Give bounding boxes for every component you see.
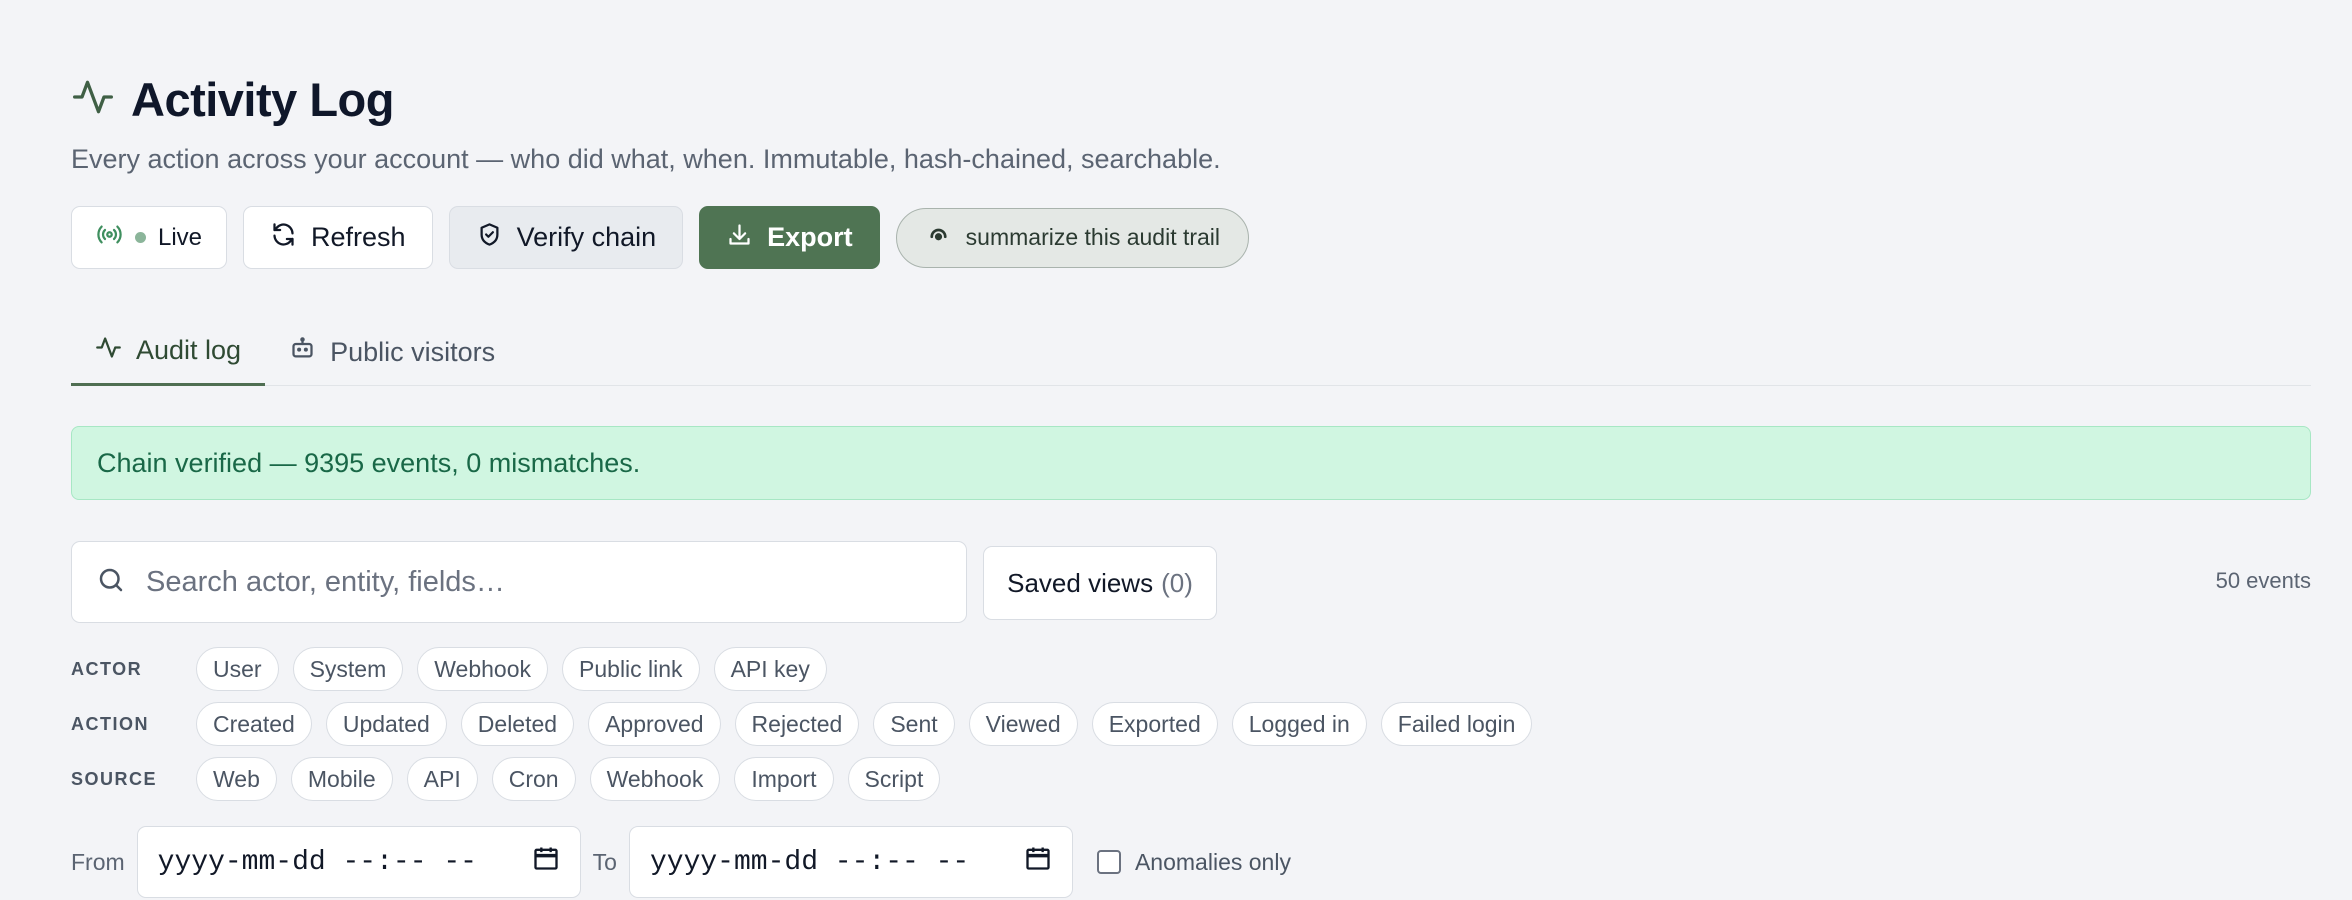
- saved-views-button[interactable]: Saved views (0): [983, 546, 1217, 620]
- to-datetime-input[interactable]: yyyy-mm-dd --:-- --: [628, 826, 1073, 898]
- filter-label-actor: ACTOR: [71, 658, 143, 679]
- actor-filter-row: ACTOR User System Webhook Public link AP…: [71, 647, 827, 691]
- page-subtitle: Every action across your account — who d…: [71, 144, 1221, 174]
- chip-source-web[interactable]: Web: [196, 757, 277, 801]
- chip-action-created[interactable]: Created: [196, 702, 312, 746]
- chip-source-import[interactable]: Import: [734, 757, 834, 801]
- anomalies-label: Anomalies only: [1134, 848, 1291, 875]
- filter-label-action: ACTION: [71, 713, 149, 734]
- chip-actor-api-key[interactable]: API key: [713, 647, 827, 691]
- live-toggle-button[interactable]: Live: [71, 206, 228, 269]
- chip-source-webhook[interactable]: Webhook: [589, 757, 721, 801]
- shield-check-icon: [476, 221, 503, 255]
- saved-views-label: Saved views: [1007, 567, 1154, 598]
- verify-chain-button[interactable]: Verify chain: [448, 206, 684, 269]
- chip-action-failed-login[interactable]: Failed login: [1380, 702, 1533, 746]
- chip-actor-user[interactable]: User: [196, 647, 279, 691]
- date-range-row: From yyyy-mm-dd --:-- -- To yyyy-mm-dd -…: [71, 826, 1291, 898]
- chip-action-exported[interactable]: Exported: [1091, 702, 1218, 746]
- download-icon: [726, 221, 753, 255]
- chip-actor-webhook[interactable]: Webhook: [417, 647, 549, 691]
- tab-public-visitors[interactable]: Public visitors: [265, 318, 519, 386]
- robot-icon: [289, 335, 316, 369]
- to-datetime-value: yyyy-mm-dd --:-- --: [649, 846, 970, 878]
- chip-action-logged-in[interactable]: Logged in: [1231, 702, 1367, 746]
- toolbar: Live Refresh Verify chain Export summari…: [71, 206, 1250, 269]
- search-input[interactable]: [146, 565, 946, 599]
- tab-audit-log[interactable]: Audit log: [71, 318, 266, 386]
- anomalies-checkbox[interactable]: [1096, 850, 1121, 874]
- filter-label-source: SOURCE: [71, 768, 158, 789]
- export-label: Export: [767, 222, 853, 252]
- chip-actor-public-link[interactable]: Public link: [562, 647, 700, 691]
- chain-verified-banner: Chain verified — 9395 events, 0 mismatch…: [71, 426, 2311, 500]
- from-datetime-input[interactable]: yyyy-mm-dd --:-- --: [136, 826, 581, 898]
- refresh-label: Refresh: [311, 222, 406, 252]
- saved-views-count: (0): [1161, 567, 1193, 598]
- search-box[interactable]: [71, 541, 967, 623]
- chip-action-rejected[interactable]: Rejected: [734, 702, 860, 746]
- page-title: Activity Log: [131, 73, 394, 126]
- chip-action-deleted[interactable]: Deleted: [460, 702, 575, 746]
- chip-source-mobile[interactable]: Mobile: [290, 757, 393, 801]
- verify-chain-label: Verify chain: [516, 222, 657, 252]
- tab-bar: Audit log Public visitors: [71, 318, 2311, 386]
- chip-action-updated[interactable]: Updated: [325, 702, 447, 746]
- chip-action-approved[interactable]: Approved: [588, 702, 721, 746]
- chip-action-viewed[interactable]: Viewed: [968, 702, 1078, 746]
- events-count: 50 events: [2215, 568, 2311, 593]
- summarize-label: summarize this audit trail: [965, 224, 1221, 250]
- refresh-button[interactable]: Refresh: [243, 206, 433, 269]
- export-button[interactable]: Export: [699, 206, 880, 269]
- chip-source-cron[interactable]: Cron: [491, 757, 576, 801]
- live-status-dot: [135, 232, 146, 243]
- chip-source-api[interactable]: API: [406, 757, 478, 801]
- broadcast-icon: [96, 221, 123, 255]
- search-icon: [96, 565, 126, 600]
- from-label: From: [71, 848, 125, 875]
- live-label: Live: [158, 223, 203, 251]
- tab-label: Audit log: [136, 335, 242, 365]
- to-label: To: [592, 848, 617, 875]
- calendar-icon[interactable]: [1024, 844, 1052, 881]
- anomalies-only-toggle[interactable]: Anomalies only: [1096, 848, 1291, 876]
- activity-icon: [71, 75, 115, 124]
- calendar-icon[interactable]: [532, 844, 560, 881]
- page-header: Activity Log: [71, 72, 394, 127]
- refresh-icon: [270, 221, 297, 255]
- summarize-audit-button[interactable]: summarize this audit trail: [895, 207, 1250, 268]
- sparkle-icon: [925, 221, 952, 254]
- tab-label: Public visitors: [330, 336, 496, 367]
- from-datetime-value: yyyy-mm-dd --:-- --: [157, 846, 477, 878]
- chip-action-sent[interactable]: Sent: [873, 702, 955, 746]
- chip-source-script[interactable]: Script: [847, 757, 941, 801]
- activity-icon: [95, 334, 122, 368]
- action-filter-row: ACTION Created Updated Deleted Approved …: [71, 702, 1533, 746]
- source-filter-row: SOURCE Web Mobile API Cron Webhook Impor…: [71, 757, 941, 801]
- chip-actor-system[interactable]: System: [292, 647, 404, 691]
